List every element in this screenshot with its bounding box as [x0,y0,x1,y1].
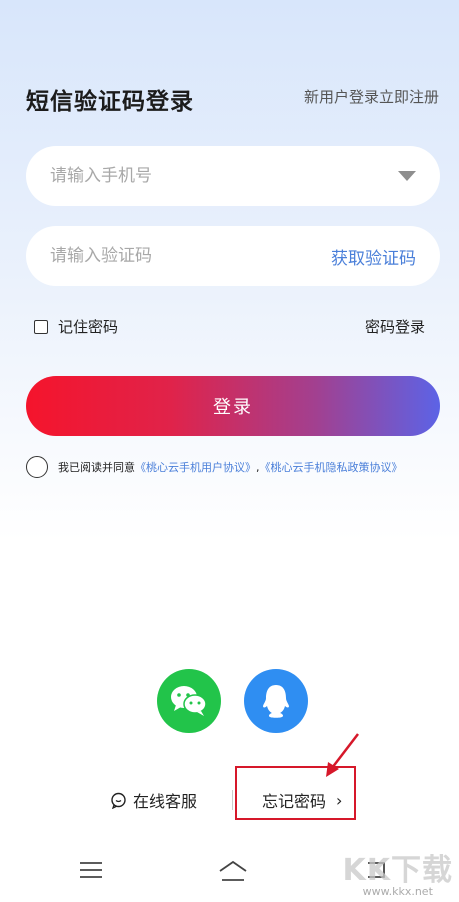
qq-login-button[interactable] [244,669,308,733]
agreement-prefix: 我已阅读并同意 [58,461,135,474]
agreement-row: 我已阅读并同意《桃心云手机用户协议》,《桃心云手机隐私政策协议》 [26,456,403,478]
home-icon[interactable] [218,860,248,882]
code-field[interactable]: 获取验证码 [26,226,440,286]
phone-field[interactable] [26,146,440,206]
qq-icon [263,685,289,718]
remember-checkbox[interactable] [34,319,48,334]
chat-bubble-icon [111,792,126,809]
annotation-arrow-icon [326,733,359,777]
footer-links: 在线客服 忘记密码 › [0,788,459,812]
dropdown-caret-icon[interactable] [398,171,416,181]
remember-label: 记住密码 [58,318,119,336]
user-agreement-link[interactable]: 《桃心云手机用户协议》 [135,461,256,474]
online-service-link[interactable]: 在线客服 [110,788,197,812]
phone-input[interactable] [50,166,398,186]
footer-divider [232,790,233,810]
menu-icon[interactable] [80,860,102,880]
get-code-button[interactable]: 获取验证码 [331,244,416,269]
watermark-logo: KK下载 [342,853,453,888]
page-title: 短信验证码登录 [26,89,194,115]
code-input[interactable] [50,246,331,266]
online-service-label: 在线客服 [133,792,198,811]
login-button[interactable]: 登录 [26,376,440,436]
register-link[interactable]: 新用户登录立即注册 [304,86,439,107]
watermark: KK下载 www.kkx.net [343,845,454,898]
password-login-link[interactable]: 密码登录 [365,316,425,337]
wechat-icon [171,686,207,716]
wechat-login-button[interactable] [157,669,221,733]
remember-password[interactable]: 记住密码 [34,316,118,337]
agree-radio[interactable] [26,456,48,478]
privacy-policy-link[interactable]: 《桃心云手机隐私政策协议》 [260,461,403,474]
